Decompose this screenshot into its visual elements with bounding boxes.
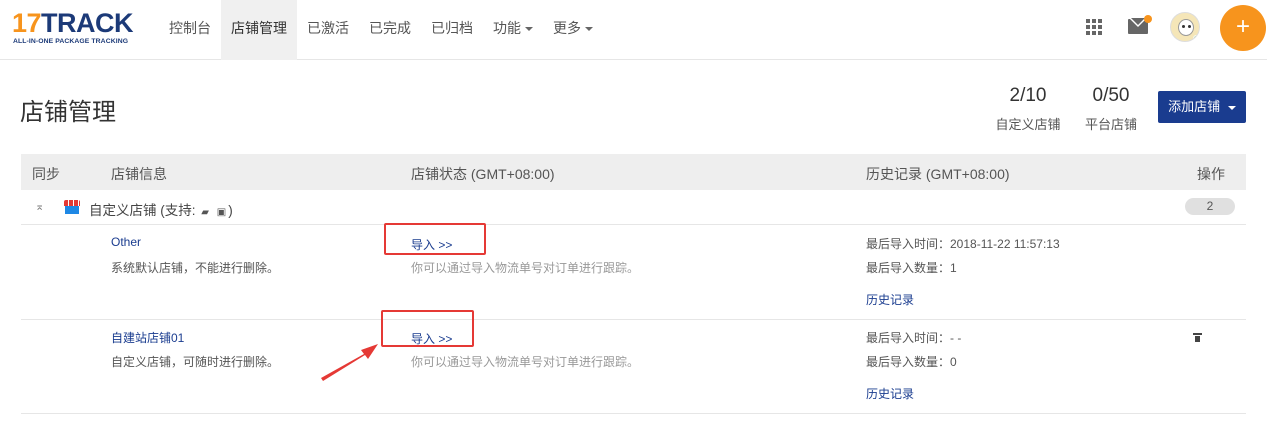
table-row: Other 系统默认店铺，不能进行删除。 导入 >> 你可以通过导入物流单号对订…	[21, 226, 1246, 320]
store-icon	[64, 200, 80, 214]
nav-archived[interactable]: 已归档	[421, 0, 483, 60]
logo-17track[interactable]: 17TRACK ALL-IN-ONE PACKAGE TRACKING	[12, 10, 142, 48]
nav-dashboard[interactable]: 控制台	[159, 0, 221, 60]
page-title: 店铺管理	[20, 99, 116, 126]
group-label: 自定义店铺 (支持: ▰ ▣)	[89, 203, 233, 218]
logo-tagline: ALL-IN-ONE PACKAGE TRACKING	[13, 38, 129, 45]
chevron-down-icon	[585, 27, 593, 32]
store-name-link[interactable]: 自建站店铺01	[111, 329, 184, 346]
annotation-highlight-box	[384, 223, 486, 255]
col-sync: 同步	[32, 166, 60, 182]
nav-completed[interactable]: 已完成	[359, 0, 421, 60]
store-description: 自定义店铺，可随时进行删除。	[111, 355, 280, 369]
card-icon: ▰	[201, 207, 209, 218]
last-import-time: 最后导入时间：- -	[866, 331, 962, 345]
custom-store-label: 自定义店铺	[995, 117, 1061, 132]
nav-features-dropdown[interactable]: 功能	[483, 0, 543, 60]
collapse-icon[interactable]: ⌅	[35, 201, 44, 213]
custom-store-stat: 2/10 自定义店铺	[990, 85, 1066, 133]
table-row: 自建站店铺01 自定义店铺，可随时进行删除。 导入 >> 你可以通过导入物流单号…	[21, 320, 1246, 414]
col-store-info: 店铺信息	[111, 166, 167, 182]
custom-store-count: 2/10	[1009, 85, 1047, 106]
last-import-count: 最后导入数量：0	[866, 355, 957, 369]
last-import-time: 最后导入时间：2018-11-22 11:57:13	[866, 237, 1060, 251]
chevron-down-icon	[1227, 105, 1236, 110]
top-navbar: 17TRACK ALL-IN-ONE PACKAGE TRACKING 控制台 …	[0, 0, 1267, 60]
nav-more-dropdown[interactable]: 更多	[543, 0, 603, 60]
mail-icon[interactable]	[1128, 15, 1152, 34]
online-status-dot	[1193, 35, 1199, 41]
store-description: 系统默认店铺，不能进行删除。	[111, 261, 280, 275]
store-count-badge: 2	[1185, 198, 1235, 215]
nav-activated[interactable]: 已激活	[297, 0, 359, 60]
col-actions: 操作	[1197, 166, 1225, 182]
logo-brand: 17TRACK	[12, 8, 134, 38]
col-store-status: 店铺状态 (GMT+08:00)	[411, 166, 555, 182]
history-link[interactable]: 历史记录	[866, 291, 914, 308]
import-tip: 你可以通过导入物流单号对订单进行跟踪。	[411, 355, 640, 369]
platform-store-count: 0/50	[1092, 85, 1130, 106]
custom-store-group-row: ⌅ 自定义店铺 (支持: ▰ ▣) 2	[21, 190, 1246, 225]
main-nav: 控制台 店铺管理 已激活 已完成 已归档 功能 更多	[159, 0, 603, 60]
annotation-arrow	[321, 344, 378, 381]
chevron-down-icon	[525, 27, 533, 32]
notification-dot	[1144, 15, 1152, 23]
history-link[interactable]: 历史记录	[866, 385, 914, 402]
apps-grid-icon[interactable]	[1086, 19, 1102, 35]
add-store-button[interactable]: 添加店铺	[1158, 91, 1246, 123]
plus-icon[interactable]: +	[1220, 5, 1266, 51]
col-history: 历史记录 (GMT+08:00)	[866, 166, 1010, 182]
nav-store-management[interactable]: 店铺管理	[221, 0, 297, 60]
platform-store-stat: 0/50 平台店铺	[1082, 85, 1140, 133]
table-header: 同步 店铺信息 店铺状态 (GMT+08:00) 历史记录 (GMT+08:00…	[21, 154, 1246, 190]
last-import-count: 最后导入数量：1	[866, 261, 957, 275]
store-name-link[interactable]: Other	[111, 235, 141, 249]
platform-store-label: 平台店铺	[1084, 117, 1137, 132]
annotation-highlight-box	[381, 310, 474, 347]
clipboard-icon: ▣	[216, 207, 227, 218]
trash-icon[interactable]	[1193, 333, 1202, 342]
avatar[interactable]	[1170, 12, 1200, 42]
import-tip: 你可以通过导入物流单号对订单进行跟踪。	[411, 261, 640, 275]
